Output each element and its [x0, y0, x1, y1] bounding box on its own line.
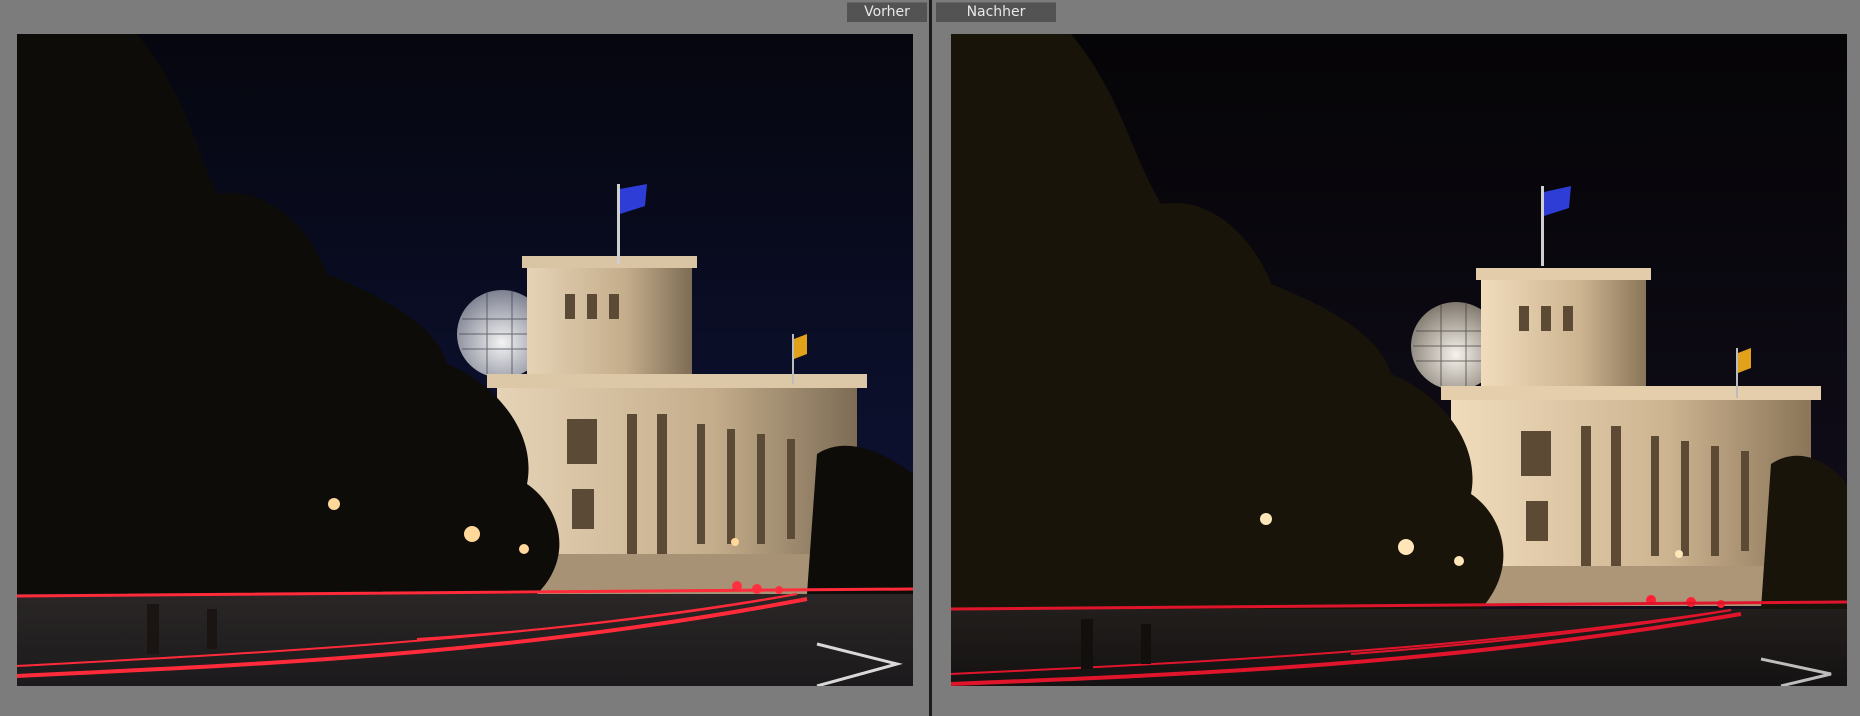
reichstag-night-photo-after: [951, 34, 1847, 686]
pane-divider: [929, 0, 932, 716]
reichstag-night-photo-before: [17, 34, 913, 686]
after-photo[interactable]: [951, 34, 1847, 686]
before-photo[interactable]: [17, 34, 913, 686]
after-label[interactable]: Nachher: [936, 2, 1056, 22]
before-label[interactable]: Vorher: [847, 2, 927, 22]
before-after-compare-view: Vorher Nachher: [0, 0, 1860, 716]
